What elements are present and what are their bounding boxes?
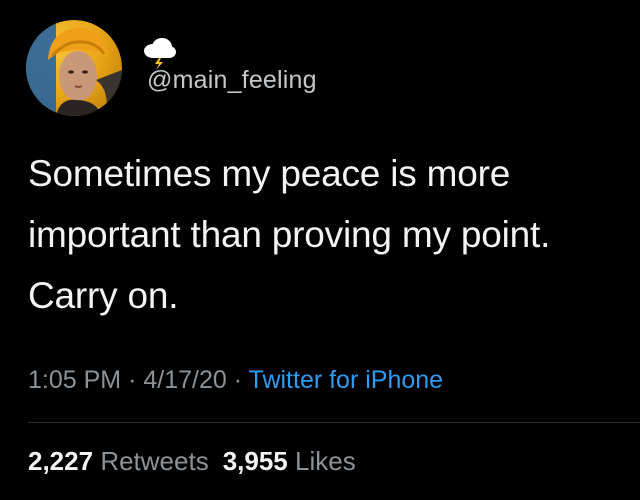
user-handle[interactable]: @main_feeling: [147, 66, 317, 95]
retweets-stat[interactable]: 2,227 Retweets: [28, 446, 209, 476]
tweet-stats: 2,227 Retweets 3,955 Likes: [28, 446, 356, 477]
tweet-metadata: 1:05 PM · 4/17/20 · Twitter for iPhone: [28, 366, 443, 395]
tweet-text-line: Carry on.: [28, 275, 179, 316]
tweet: @main_feeling Sometimes my peace is more…: [0, 0, 640, 500]
tweet-text: Sometimes my peace is more important tha…: [28, 143, 628, 326]
tweet-text-line: important than proving my point.: [28, 214, 551, 255]
tweet-source-link[interactable]: Twitter for iPhone: [249, 366, 444, 394]
avatar[interactable]: [26, 20, 122, 116]
retweets-label: Retweets: [100, 446, 209, 476]
meta-separator: ·: [233, 366, 243, 394]
meta-separator: ·: [128, 366, 137, 394]
likes-count: 3,955: [222, 446, 288, 476]
divider: [28, 422, 640, 423]
likes-label: Likes: [295, 446, 356, 476]
tweet-date[interactable]: 4/17/20: [143, 366, 226, 394]
tweet-time[interactable]: 1:05 PM: [28, 366, 121, 394]
likes-stat[interactable]: 3,955 Likes: [223, 446, 356, 476]
avatar-image: [26, 20, 122, 116]
tweet-text-line: Sometimes my peace is more: [28, 153, 511, 194]
cloud-with-lightning-icon: [144, 38, 176, 70]
retweets-count: 2,227: [28, 446, 94, 476]
